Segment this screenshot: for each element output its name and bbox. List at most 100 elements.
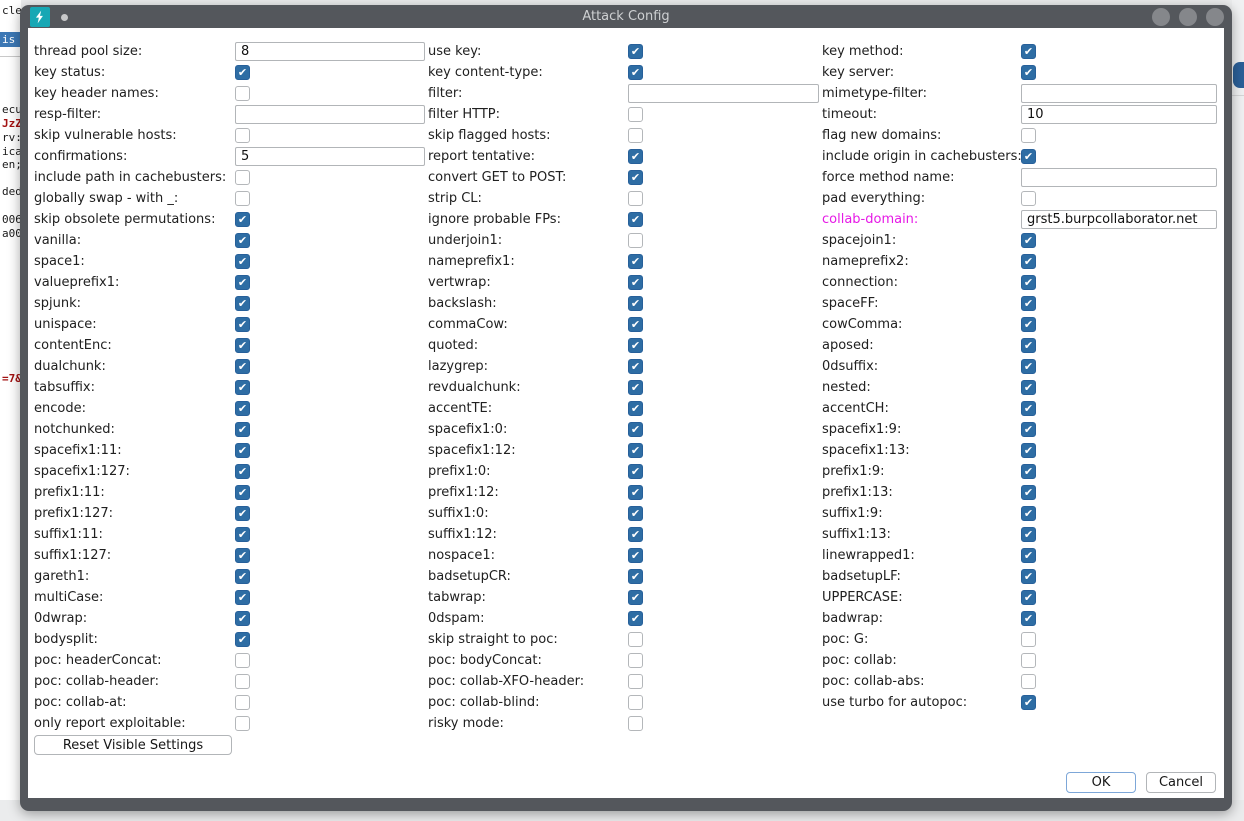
checkbox[interactable]: ✔ [235, 632, 250, 647]
reset-visible-settings-button[interactable]: Reset Visible Settings [34, 735, 232, 755]
checkbox[interactable]: ✔ [235, 527, 250, 542]
checkbox[interactable]: ✔ [628, 170, 643, 185]
checkbox[interactable]: ✔ [1021, 506, 1036, 521]
checkbox[interactable]: ✔ [1021, 65, 1036, 80]
checkbox[interactable]: ✔ [1021, 233, 1036, 248]
checkbox[interactable]: ✔ [235, 380, 250, 395]
checkbox[interactable]: ✔ [628, 296, 643, 311]
checkbox[interactable] [628, 695, 643, 710]
checkbox[interactable]: ✔ [1021, 359, 1036, 374]
checkbox[interactable] [1021, 674, 1036, 689]
text-input[interactable] [1021, 84, 1217, 103]
checkbox[interactable] [628, 674, 643, 689]
checkbox[interactable]: ✔ [1021, 527, 1036, 542]
checkbox[interactable] [628, 128, 643, 143]
checkbox[interactable]: ✔ [1021, 296, 1036, 311]
checkbox[interactable]: ✔ [1021, 590, 1036, 605]
checkbox[interactable]: ✔ [628, 443, 643, 458]
checkbox[interactable]: ✔ [628, 611, 643, 626]
checkbox[interactable]: ✔ [235, 611, 250, 626]
text-input[interactable] [235, 42, 425, 61]
checkbox[interactable]: ✔ [1021, 695, 1036, 710]
cancel-button[interactable]: Cancel [1146, 772, 1216, 793]
checkbox[interactable]: ✔ [628, 359, 643, 374]
checkbox[interactable] [235, 86, 250, 101]
checkbox[interactable]: ✔ [1021, 254, 1036, 269]
checkbox[interactable]: ✔ [235, 422, 250, 437]
checkbox[interactable]: ✔ [235, 233, 250, 248]
text-input[interactable] [1021, 105, 1217, 124]
checkbox[interactable]: ✔ [235, 359, 250, 374]
text-input[interactable] [235, 105, 425, 124]
checkbox[interactable] [1021, 653, 1036, 668]
text-input[interactable] [628, 84, 819, 103]
checkbox[interactable]: ✔ [235, 464, 250, 479]
checkbox[interactable]: ✔ [1021, 275, 1036, 290]
checkbox[interactable]: ✔ [235, 590, 250, 605]
checkbox[interactable] [628, 716, 643, 731]
checkbox[interactable]: ✔ [628, 380, 643, 395]
checkbox[interactable]: ✔ [235, 548, 250, 563]
checkbox[interactable]: ✔ [235, 485, 250, 500]
checkbox[interactable]: ✔ [1021, 338, 1036, 353]
checkbox[interactable]: ✔ [628, 569, 643, 584]
checkbox[interactable] [628, 653, 643, 668]
checkbox[interactable]: ✔ [1021, 485, 1036, 500]
checkbox[interactable]: ✔ [1021, 569, 1036, 584]
checkbox[interactable]: ✔ [1021, 44, 1036, 59]
checkbox[interactable] [1021, 632, 1036, 647]
checkbox[interactable]: ✔ [235, 212, 250, 227]
checkbox[interactable]: ✔ [235, 296, 250, 311]
checkbox[interactable]: ✔ [235, 338, 250, 353]
checkbox[interactable]: ✔ [628, 65, 643, 80]
checkbox[interactable]: ✔ [628, 464, 643, 479]
checkbox[interactable]: ✔ [1021, 380, 1036, 395]
checkbox[interactable]: ✔ [628, 485, 643, 500]
checkbox[interactable]: ✔ [1021, 464, 1036, 479]
checkbox[interactable]: ✔ [1021, 149, 1036, 164]
checkbox[interactable]: ✔ [235, 401, 250, 416]
checkbox[interactable] [235, 170, 250, 185]
checkbox[interactable]: ✔ [628, 527, 643, 542]
checkbox[interactable]: ✔ [235, 443, 250, 458]
checkbox[interactable]: ✔ [628, 401, 643, 416]
titlebar[interactable]: Attack Config [20, 5, 1232, 28]
checkbox[interactable]: ✔ [628, 506, 643, 521]
checkbox[interactable]: ✔ [1021, 317, 1036, 332]
checkbox[interactable]: ✔ [1021, 401, 1036, 416]
checkbox[interactable] [235, 128, 250, 143]
checkbox[interactable]: ✔ [235, 506, 250, 521]
checkbox[interactable] [1021, 128, 1036, 143]
checkbox[interactable]: ✔ [235, 254, 250, 269]
checkbox[interactable]: ✔ [628, 254, 643, 269]
checkbox[interactable] [628, 107, 643, 122]
checkbox[interactable] [1021, 191, 1036, 206]
checkbox[interactable]: ✔ [1021, 548, 1036, 563]
window-close-icon[interactable] [1206, 8, 1224, 26]
checkbox[interactable]: ✔ [235, 317, 250, 332]
text-input[interactable] [235, 147, 425, 166]
checkbox[interactable]: ✔ [628, 44, 643, 59]
text-input[interactable] [1021, 210, 1217, 229]
checkbox[interactable]: ✔ [235, 275, 250, 290]
checkbox[interactable]: ✔ [628, 422, 643, 437]
window-maximize-icon[interactable] [1179, 8, 1197, 26]
text-input[interactable] [1021, 168, 1217, 187]
checkbox[interactable] [235, 674, 250, 689]
checkbox[interactable]: ✔ [235, 65, 250, 80]
checkbox[interactable]: ✔ [1021, 443, 1036, 458]
window-minimize-icon[interactable] [1152, 8, 1170, 26]
checkbox[interactable]: ✔ [628, 212, 643, 227]
checkbox[interactable]: ✔ [628, 338, 643, 353]
checkbox[interactable] [235, 695, 250, 710]
checkbox[interactable] [628, 632, 643, 647]
checkbox[interactable]: ✔ [628, 590, 643, 605]
checkbox[interactable]: ✔ [1021, 422, 1036, 437]
checkbox[interactable]: ✔ [628, 275, 643, 290]
checkbox[interactable] [628, 191, 643, 206]
checkbox[interactable]: ✔ [235, 569, 250, 584]
checkbox[interactable]: ✔ [628, 149, 643, 164]
checkbox[interactable] [235, 191, 250, 206]
ok-button[interactable]: OK [1066, 772, 1136, 793]
checkbox[interactable]: ✔ [1021, 611, 1036, 626]
